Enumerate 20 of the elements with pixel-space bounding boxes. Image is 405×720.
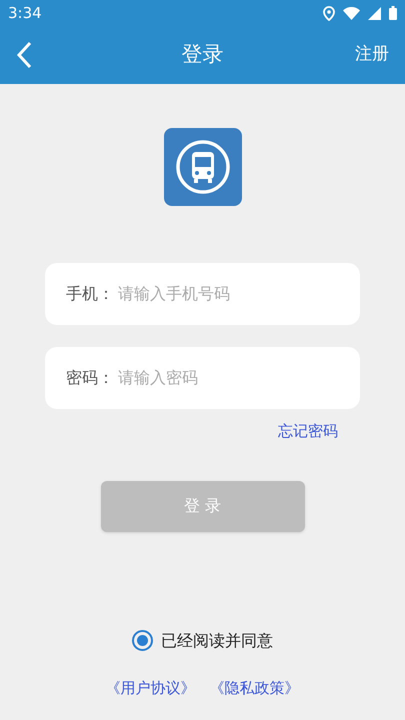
back-icon [16, 41, 32, 69]
forgot-password-link[interactable]: 忘记密码 [278, 420, 338, 442]
signal-icon [368, 6, 381, 20]
battery-icon [389, 6, 397, 20]
status-time: 3:34 [8, 2, 42, 24]
field-label: 手机： [66, 283, 114, 305]
agreement-text: 已经阅读并同意 [161, 630, 273, 652]
bus-logo-icon [164, 128, 242, 206]
policy-link[interactable]: 《隐私政策》 [210, 676, 300, 699]
policy-link[interactable]: 《用户协议》 [106, 676, 196, 699]
register-button[interactable]: 注册 [355, 42, 389, 68]
text-input[interactable]: 请输入手机号码 [118, 282, 339, 306]
input-field[interactable]: 手机： 请输入手机号码 [45, 263, 360, 325]
page-title: 登录 [182, 41, 224, 68]
radio-button[interactable] [132, 630, 153, 651]
wifi-icon [343, 6, 360, 20]
text-input[interactable]: 请输入密码 [118, 366, 339, 390]
field-label: 密码： [66, 367, 114, 389]
input-field[interactable]: 密码： 请输入密码 [45, 347, 360, 409]
location-icon [323, 6, 335, 20]
